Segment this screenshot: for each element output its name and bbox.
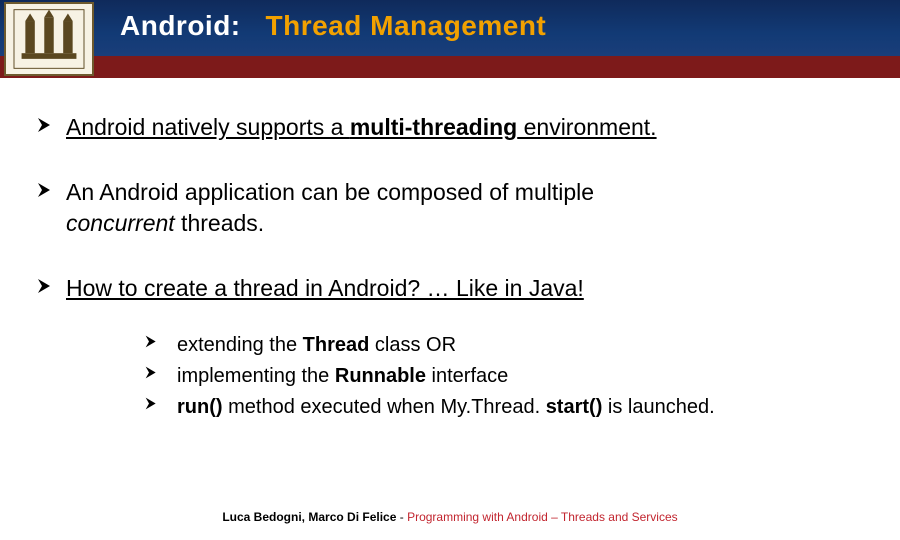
slide-footer: Luca Bedogni, Marco Di Felice - Programm… [0,510,900,524]
bullet-text: How to create a thread in Android? … Lik… [66,273,584,304]
arrow-bullet-icon [144,334,159,349]
bullet-item: Android natively supports a multi-thread… [36,112,864,143]
footer-dash: - [396,510,407,524]
sub-bullet-text: extending the Thread class OR [177,332,456,359]
sub-bullet-text: implementing the Runnable interface [177,363,508,390]
red-bar [0,56,900,78]
arrow-bullet-icon [36,116,54,134]
bullet-text: An Android application can be composed o… [66,177,594,239]
slide: Android: Thread Management Android nativ… [0,0,900,540]
bullet-text: Android natively supports a multi-thread… [66,112,657,143]
arrow-bullet-icon [144,365,159,380]
sub-bullet-list: extending the Thread class OR implementi… [144,332,864,421]
footer-authors: Luca Bedogni, Marco Di Felice [222,510,396,524]
arrow-bullet-icon [144,396,159,411]
sub-bullet-text: run() method executed when My.Thread. st… [177,394,715,421]
sub-bullet-item: extending the Thread class OR [144,332,864,359]
arrow-bullet-icon [36,277,54,295]
sub-bullet-item: implementing the Runnable interface [144,363,864,390]
university-seal [4,2,94,76]
slide-body: Android natively supports a multi-thread… [0,78,900,421]
arrow-bullet-icon [36,181,54,199]
slide-title: Android: Thread Management [120,10,546,42]
bullet-item: An Android application can be composed o… [36,177,864,239]
title-accent: Thread Management [265,10,546,41]
title-banner: Android: Thread Management [0,0,900,78]
title-prefix: Android: [120,10,241,41]
bullet-item: How to create a thread in Android? … Lik… [36,273,864,304]
footer-course: Programming with Android – Threads and S… [407,510,678,524]
sub-bullet-item: run() method executed when My.Thread. st… [144,394,864,421]
